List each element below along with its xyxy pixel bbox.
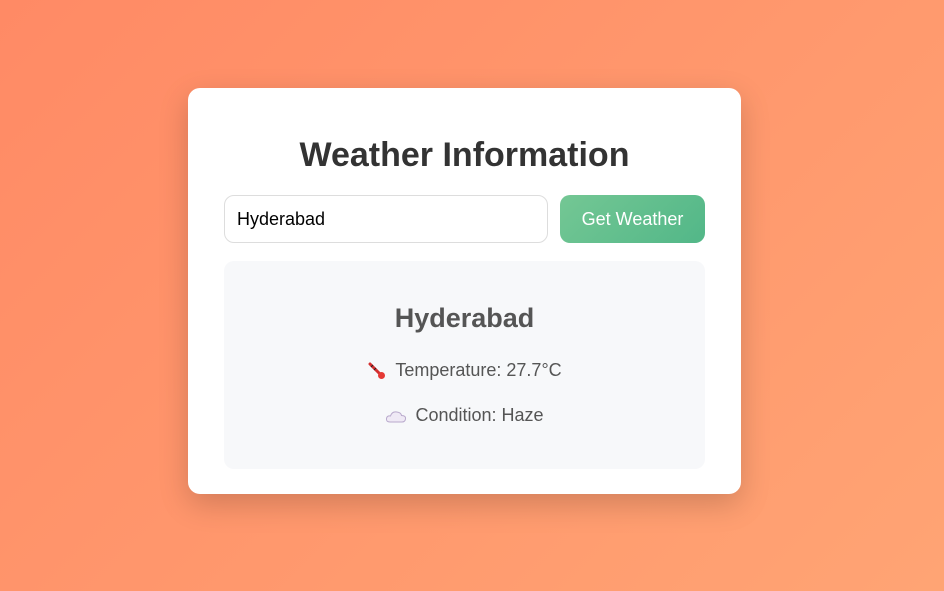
condition-row: Condition: Haze (224, 405, 705, 426)
page-title: Weather Information (299, 136, 630, 174)
weather-card: Weather Information Get Weather Hyderaba… (188, 88, 741, 494)
weather-result: Hyderabad Temperature: 27.7°C Condition:… (224, 261, 705, 469)
cloud-icon (385, 408, 407, 424)
condition-text: Condition: Haze (415, 405, 544, 425)
get-weather-button[interactable]: Get Weather (560, 195, 705, 243)
city-input[interactable] (224, 195, 548, 243)
temperature-text: Temperature: 27.7°C (395, 360, 562, 380)
thermometer-icon (367, 361, 387, 381)
result-city: Hyderabad (394, 303, 535, 333)
temperature-row: Temperature: 27.7°C (224, 360, 705, 381)
